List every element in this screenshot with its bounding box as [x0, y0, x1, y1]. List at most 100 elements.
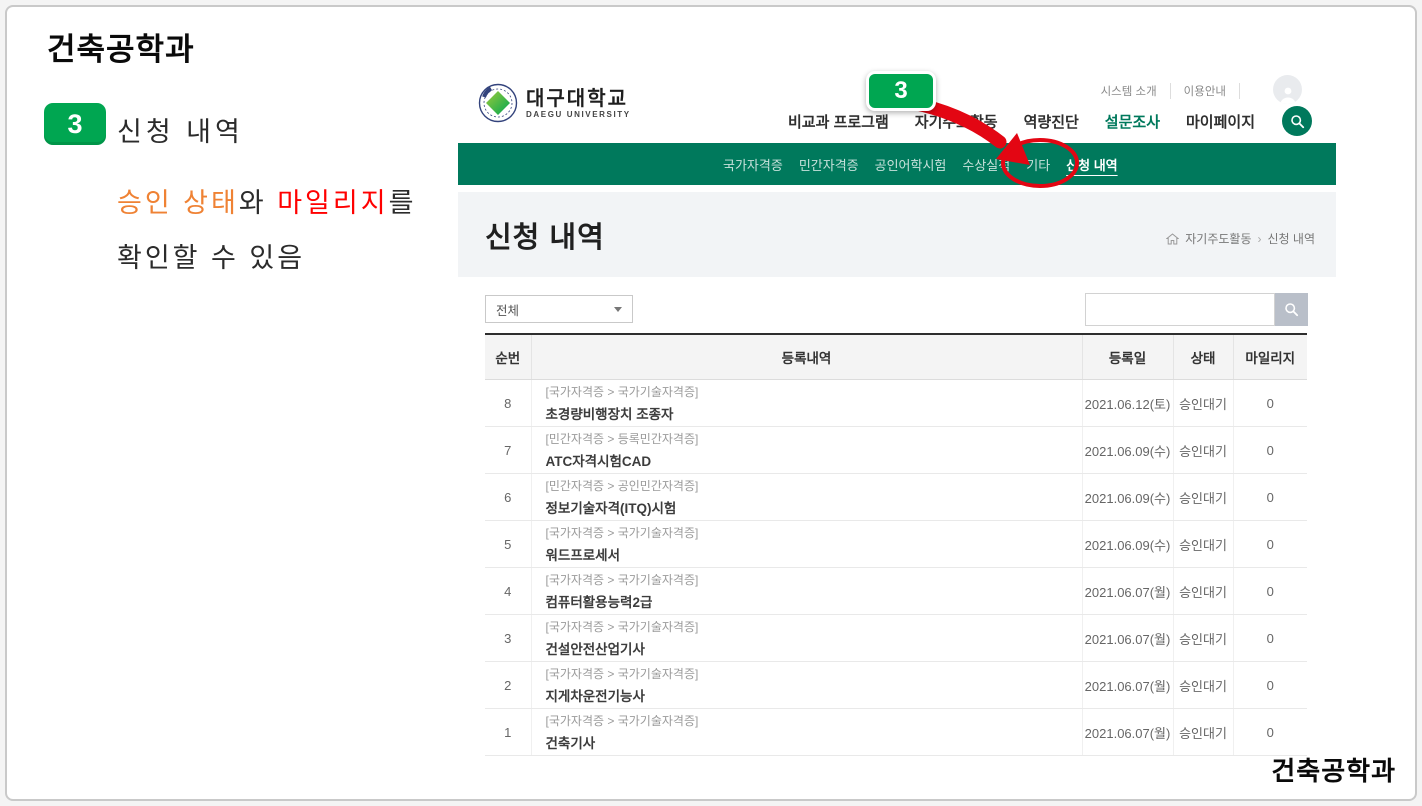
logo-english-name: DAEGU UNIVERSITY — [526, 110, 631, 119]
logo-text: 대구대학교 DAEGU UNIVERSITY — [526, 88, 631, 119]
step-description-line1: 승인 상태와 마일리지를 — [117, 181, 416, 220]
filter-select[interactable]: 전체 — [485, 295, 633, 323]
row-date: 2021.06.12(토) — [1082, 380, 1173, 427]
nav-item-extracurricular-program[interactable]: 비교과 프로그램 — [788, 111, 889, 132]
utility-links: 시스템 소개 이용안내 — [1088, 83, 1240, 99]
nav-item-survey[interactable]: 설문조사 — [1105, 111, 1160, 132]
table-row[interactable]: 2 [국가자격증 > 국가기술자격증] 지게차운전기능사 2021.06.07(… — [485, 662, 1307, 709]
row-name[interactable]: 컴퓨터활용능력2급 — [546, 591, 1082, 611]
page-title: 신청 내역 — [485, 214, 605, 256]
search-icon — [1284, 302, 1299, 317]
breadcrumb-item-parent[interactable]: 자기주도활동 — [1185, 230, 1251, 247]
filter-select-value: 전체 — [496, 300, 519, 319]
application-history-table: 순번 등록내역 등록일 상태 마일리지 8 [국가자격증 > 국가기술자격증] … — [485, 333, 1307, 756]
row-detail: [국가자격증 > 국가기술자격증] 워드프로세서 — [531, 521, 1082, 568]
page-title-bar: 신청 내역 자기주도활동 › 신청 내역 — [458, 192, 1336, 277]
row-name[interactable]: 건축기사 — [546, 732, 1082, 752]
global-search-button[interactable] — [1282, 106, 1312, 136]
row-date: 2021.06.09(수) — [1082, 474, 1173, 521]
table-row[interactable]: 5 [국가자격증 > 국가기술자격증] 워드프로세서 2021.06.09(수)… — [485, 521, 1307, 568]
subnav-private-certificate[interactable]: 민간자격증 — [799, 155, 859, 174]
step-number-badge: 3 — [44, 103, 106, 145]
row-detail: [국가자격증 > 국가기술자격증] 초경량비행장치 조종자 — [531, 380, 1082, 427]
table-search-button[interactable] — [1275, 293, 1308, 326]
row-status: 승인대기 — [1173, 380, 1233, 427]
row-status: 승인대기 — [1173, 427, 1233, 474]
row-date: 2021.06.07(월) — [1082, 568, 1173, 615]
slide-footer: 건축공학과 — [1271, 751, 1396, 788]
row-number: 5 — [485, 521, 531, 568]
desc-text: 를 — [389, 188, 417, 218]
nav-item-mypage[interactable]: 마이페이지 — [1186, 111, 1255, 132]
table-row[interactable]: 8 [국가자격증 > 국가기술자격증] 초경량비행장치 조종자 2021.06.… — [485, 380, 1307, 427]
breadcrumb-separator: › — [1258, 232, 1262, 246]
nav-item-competency-diagnosis[interactable]: 역량진단 — [1024, 111, 1079, 132]
table-row[interactable]: 7 [민간자격증 > 등록민간자격증] ATC자격시험CAD 2021.06.0… — [485, 427, 1307, 474]
row-detail: [민간자격증 > 공인민간자격증] 정보기술자격(ITQ)시험 — [531, 474, 1082, 521]
home-icon[interactable] — [1166, 233, 1179, 245]
row-number: 6 — [485, 474, 531, 521]
row-mileage: 0 — [1233, 521, 1307, 568]
search-input[interactable] — [1085, 293, 1275, 326]
subnav-language-test[interactable]: 공인어학시험 — [875, 155, 947, 174]
row-mileage: 0 — [1233, 615, 1307, 662]
col-header-date: 등록일 — [1082, 334, 1173, 380]
row-status: 승인대기 — [1173, 709, 1233, 756]
logo-korean-name: 대구대학교 — [526, 88, 631, 110]
subnav-national-certificate[interactable]: 국가자격증 — [723, 155, 783, 174]
table-row[interactable]: 1 [국가자격증 > 국가기술자격증] 건축기사 2021.06.07(월) 승… — [485, 709, 1307, 756]
row-detail: [국가자격증 > 국가기술자격증] 건축기사 — [531, 709, 1082, 756]
university-logo[interactable]: 대구대학교 DAEGU UNIVERSITY — [478, 83, 631, 123]
row-category: [민간자격증 > 공인민간자격증] — [546, 477, 1082, 494]
table-row[interactable]: 6 [민간자격증 > 공인민간자격증] 정보기술자격(ITQ)시험 2021.0… — [485, 474, 1307, 521]
row-name[interactable]: 초경량비행장치 조종자 — [546, 403, 1082, 423]
step-label: 신청 내역 — [117, 110, 244, 149]
row-detail: [국가자격증 > 국가기술자격증] 컴퓨터활용능력2급 — [531, 568, 1082, 615]
row-number: 8 — [485, 380, 531, 427]
row-category: [민간자격증 > 등록민간자격증] — [546, 430, 1082, 447]
row-name[interactable]: 워드프로세서 — [546, 544, 1082, 564]
step-description-line2: 확인할 수 있음 — [117, 236, 305, 275]
subnav-etc[interactable]: 기타 — [1026, 155, 1050, 174]
row-mileage: 0 — [1233, 662, 1307, 709]
avatar[interactable] — [1273, 75, 1302, 104]
row-number: 7 — [485, 427, 531, 474]
row-status: 승인대기 — [1173, 521, 1233, 568]
row-category: [국가자격증 > 국가기술자격증] — [546, 383, 1082, 400]
link-system-intro[interactable]: 시스템 소개 — [1088, 83, 1171, 99]
row-name[interactable]: 지게차운전기능사 — [546, 685, 1082, 705]
main-nav: 비교과 프로그램 자기주도활동 역량진단 설문조사 마이페이지 — [788, 111, 1255, 132]
caret-down-icon — [614, 307, 622, 312]
link-usage-guide[interactable]: 이용안내 — [1171, 83, 1240, 99]
row-name[interactable]: 건설안전산업기사 — [546, 638, 1082, 658]
row-status: 승인대기 — [1173, 568, 1233, 615]
row-date: 2021.06.07(월) — [1082, 615, 1173, 662]
col-header-no: 순번 — [485, 334, 531, 380]
row-date: 2021.06.09(수) — [1082, 427, 1173, 474]
table-row[interactable]: 4 [국가자격증 > 국가기술자격증] 컴퓨터활용능력2급 2021.06.07… — [485, 568, 1307, 615]
person-icon — [1278, 84, 1298, 104]
row-detail: [민간자격증 > 등록민간자격증] ATC자격시험CAD — [531, 427, 1082, 474]
row-category: [국가자격증 > 국가기술자격증] — [546, 712, 1082, 729]
row-name[interactable]: ATC자격시험CAD — [546, 450, 1082, 470]
table-row[interactable]: 3 [국가자격증 > 국가기술자격증] 건설안전산업기사 2021.06.07(… — [485, 615, 1307, 662]
row-name[interactable]: 정보기술자격(ITQ)시험 — [546, 497, 1082, 517]
subnav-application-history[interactable]: 신청 내역 — [1066, 155, 1117, 174]
breadcrumb: 자기주도활동 › 신청 내역 — [1166, 230, 1315, 247]
table-header-row: 순번 등록내역 등록일 상태 마일리지 — [485, 334, 1307, 380]
nav-item-self-directed-activity[interactable]: 자기주도활동 — [915, 111, 998, 132]
col-header-mileage: 마일리지 — [1233, 334, 1307, 380]
subnav-award-record[interactable]: 수상실적 — [962, 155, 1010, 174]
row-date: 2021.06.09(수) — [1082, 521, 1173, 568]
row-number: 2 — [485, 662, 531, 709]
row-detail: [국가자격증 > 국가기술자격증] 건설안전산업기사 — [531, 615, 1082, 662]
row-number: 4 — [485, 568, 531, 615]
sub-nav: 국가자격증 민간자격증 공인어학시험 수상실적 기타 신청 내역 — [458, 143, 1336, 185]
row-mileage: 0 — [1233, 380, 1307, 427]
row-mileage: 0 — [1233, 427, 1307, 474]
slide-title: 건축공학과 — [47, 24, 195, 69]
col-header-status: 상태 — [1173, 334, 1233, 380]
desc-approval-status-text: 승인 상태 — [117, 188, 239, 218]
university-emblem-icon — [478, 83, 518, 123]
row-category: [국가자격증 > 국가기술자격증] — [546, 618, 1082, 635]
